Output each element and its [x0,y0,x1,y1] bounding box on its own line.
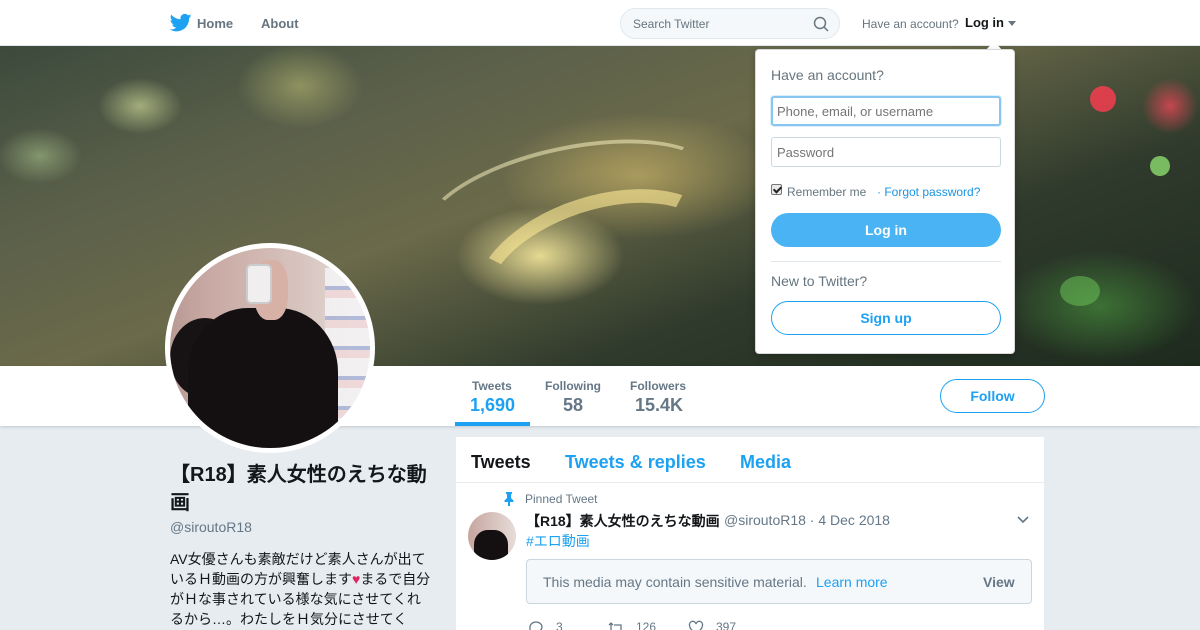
banner-light-dot [1150,156,1170,176]
view-button[interactable]: View [983,574,1015,590]
stat-label: Tweets [472,379,512,393]
signup-button[interactable]: Sign up [771,301,1001,335]
learn-more-link[interactable]: Learn more [816,574,888,590]
tab-tweets-replies[interactable]: Tweets & replies [565,452,706,473]
like-icon [688,620,704,630]
password-field[interactable] [771,137,1001,167]
profile-handle[interactable]: @siroutoR18 [170,519,252,535]
search-icon[interactable] [813,16,829,32]
stat-value: 58 [563,395,584,415]
tweet-avatar[interactable] [468,512,516,560]
new-to-twitter-text: New to Twitter? [771,273,868,289]
tab-media[interactable]: Media [740,452,791,473]
avatar-phone [246,264,272,304]
retweet-count: 126 [636,620,657,630]
reply-icon [529,621,543,630]
avatar-figure [188,308,338,448]
stat-tweets[interactable]: Tweets 1,690 [455,366,530,426]
divider [771,261,1001,262]
tab-tweets[interactable]: Tweets [471,452,531,473]
sensitive-text: This media may contain sensitive materia… [543,574,807,590]
stat-value: 15.4K [635,395,684,415]
top-nav: Home About Search Twitter Have an accoun… [0,0,1200,46]
chevron-down-icon[interactable] [1017,514,1029,526]
login-dropdown: Have an account? Remember me · Forgot pa… [755,49,1015,354]
tweet-author-name[interactable]: 【R18】素人女性のえちな動画 [526,511,720,531]
stat-value: 1,690 [470,395,516,415]
tweet-hashtag[interactable]: #エロ動画 [526,531,590,551]
remember-me-checkbox[interactable] [771,184,782,195]
username-field[interactable] [771,96,1001,126]
profile-bio: AV女優さんも素敵だけど素人さんが出ているＨ動画の方が興奮します♥まるで自分がＨ… [170,549,432,629]
login-link[interactable]: Log in [965,15,1004,30]
avatar-image [170,248,370,448]
banner-light-dot [1060,276,1100,306]
pinned-label: Pinned Tweet [525,492,598,506]
timeline: Tweets Tweets & replies Media Pinned Twe… [456,437,1044,630]
twitter-bird-icon[interactable] [170,13,192,33]
stat-following[interactable]: Following 58 [545,366,605,426]
dropdown-title: Have an account? [771,67,884,83]
avatar-figure [474,530,508,560]
retweet-icon [608,622,622,630]
stat-followers[interactable]: Followers 15.4K [630,366,690,426]
remember-me-label[interactable]: Remember me [787,185,866,199]
login-button[interactable]: Log in [771,213,1001,247]
stat-label: Following [545,379,601,393]
tweet-meta[interactable]: @siroutoR18 · 4 Dec 2018 [724,512,890,528]
nav-about-link[interactable]: About [261,16,299,31]
search-input[interactable]: Search Twitter [620,8,840,39]
banner-light-dot [1090,86,1116,112]
pin-icon [504,492,514,506]
search-placeholder: Search Twitter [633,17,710,31]
forgot-password-link[interactable]: · Forgot password? [877,185,980,199]
timeline-tabs: Tweets Tweets & replies Media [456,437,1044,483]
reply-count: 3 [556,620,563,630]
sensitive-media-notice: This media may contain sensitive materia… [526,559,1032,604]
nav-home-link[interactable]: Home [197,16,233,31]
caret-down-icon[interactable] [1008,21,1016,26]
profile-name[interactable]: 【R18】素人女性のえちな動画 [170,461,440,517]
have-account-text: Have an account? [862,17,959,31]
follow-button[interactable]: Follow [940,379,1045,413]
avatar[interactable] [165,243,375,453]
stat-label: Followers [630,379,687,393]
like-count: 397 [716,620,737,630]
